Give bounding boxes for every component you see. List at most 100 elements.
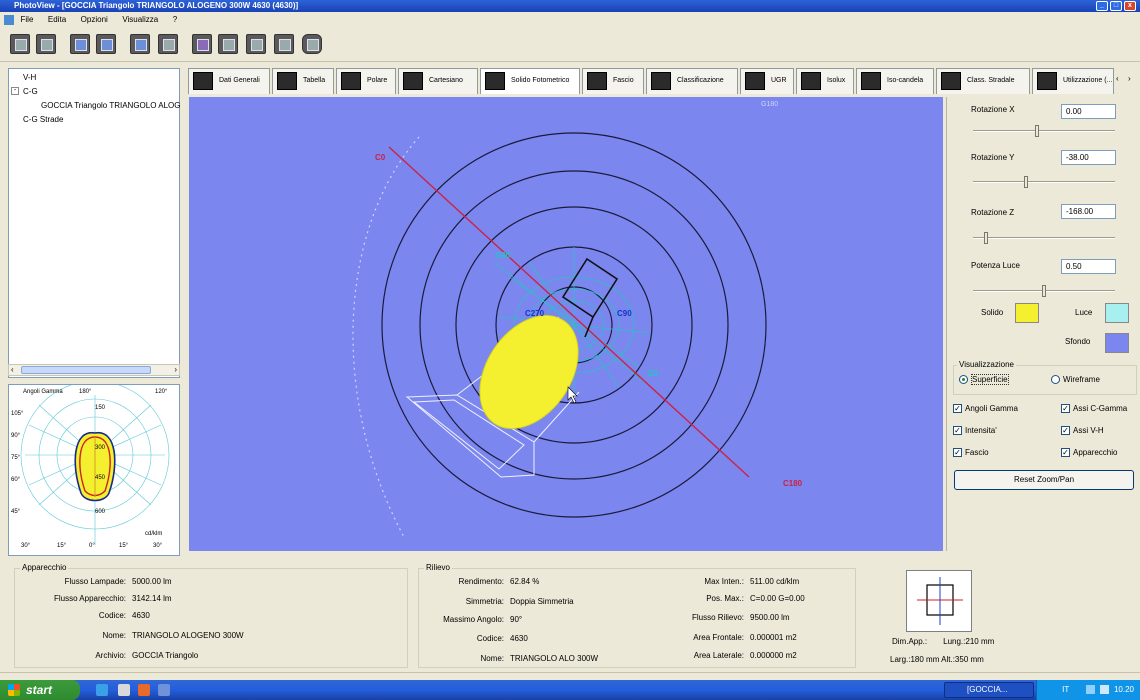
photometric-solid-svg[interactable] xyxy=(189,97,943,551)
rot-z-thumb[interactable] xyxy=(984,232,988,244)
tray-volume-icon[interactable] xyxy=(1099,685,1109,695)
photometric-solid-view[interactable]: C0 C180 C90 C270 G90 G0 G180 xyxy=(189,97,943,551)
tab-iso-candela[interactable]: Iso-candela xyxy=(856,68,934,94)
checkbox-checked-icon: ✓ xyxy=(1061,426,1070,436)
system-tray: IT 10.20 xyxy=(1036,680,1140,700)
tab-fascio[interactable]: Fascio xyxy=(582,68,644,94)
scroll-left-icon[interactable]: ‹ xyxy=(11,366,14,374)
luce-color-swatch[interactable] xyxy=(1105,303,1129,323)
superficie-radio[interactable]: Superficie xyxy=(959,374,1009,385)
tab-classificazione[interactable]: Classificazione xyxy=(646,68,738,94)
road-icon xyxy=(941,72,961,90)
reset-zoom-pan-button[interactable]: Reset Zoom/Pan xyxy=(954,470,1134,490)
mini-btick-30b: 30° xyxy=(153,543,163,549)
menu-opzioni[interactable]: Opzioni xyxy=(81,15,108,24)
quicklaunch-media-icon[interactable] xyxy=(138,684,150,696)
tab-polare[interactable]: Polare xyxy=(336,68,396,94)
luminaire-dimension-preview xyxy=(906,570,972,632)
checkbox-checked-icon: ✓ xyxy=(953,404,962,414)
save-icon[interactable] xyxy=(36,34,56,54)
tab-scroll-left-icon[interactable]: ‹ xyxy=(1116,74,1119,83)
check-angoli-gamma[interactable]: ✓ Angoli Gamma xyxy=(953,404,1018,414)
close-button[interactable]: x xyxy=(1124,1,1136,11)
tray-network-icon[interactable] xyxy=(1085,685,1095,695)
check-fascio[interactable]: ✓ Fascio xyxy=(953,448,989,458)
tab-isolux[interactable]: Isolux xyxy=(796,68,854,94)
copy-icon[interactable] xyxy=(96,34,116,54)
scroll-thumb[interactable] xyxy=(21,366,151,374)
document-icon[interactable] xyxy=(192,34,212,54)
tab-utilizzazione[interactable]: Utilizzazione (... xyxy=(1032,68,1114,94)
rot-y-slider[interactable] xyxy=(973,176,1115,188)
tab-class-stradale[interactable]: Class. Stradale xyxy=(936,68,1030,94)
quicklaunch-printer-icon[interactable] xyxy=(118,684,130,696)
tab-solido-fotometrico[interactable]: Solido Fotometrico xyxy=(480,68,580,94)
solido-color-swatch[interactable] xyxy=(1015,303,1039,323)
tab-cartesiano[interactable]: Cartesiano xyxy=(398,68,478,94)
power-input[interactable]: 0.50 xyxy=(1061,259,1116,274)
rot-x-input[interactable]: 0.00 xyxy=(1061,104,1116,119)
quicklaunch-ie-icon[interactable] xyxy=(96,684,108,696)
tree-item-goccia[interactable]: GOCCIA Triangolo TRIANGOLO ALOGENO 300W xyxy=(41,101,181,110)
apparecchio-row: Codice: 4630 xyxy=(98,611,150,620)
minimize-button[interactable]: _ xyxy=(1096,1,1108,11)
settings-icon[interactable] xyxy=(302,34,322,54)
rilievo-right-row: Flusso Rilievo: 9500.00 lm xyxy=(691,613,790,622)
tree-horizontal-scrollbar[interactable]: ‹ › xyxy=(8,364,180,376)
tree-item-vh[interactable]: V-H xyxy=(23,73,36,82)
table-icon xyxy=(277,72,297,90)
luminaire-tree: V-H - C-G GOCCIA Triangolo TRIANGOLO ALO… xyxy=(8,68,181,378)
cut-icon[interactable] xyxy=(130,34,150,54)
tree-item-cg[interactable]: C-G xyxy=(23,87,38,96)
check-assi-vh[interactable]: ✓ Assi V-H xyxy=(1061,426,1104,436)
power-slider[interactable] xyxy=(973,285,1115,297)
open-icon[interactable] xyxy=(10,34,30,54)
menu-file[interactable]: File xyxy=(21,15,34,24)
rilievo-left-row: Nome: TRIANGOLO ALO 300W xyxy=(480,654,599,663)
info-icon xyxy=(193,72,213,90)
mini-tick-90: 90° xyxy=(11,433,21,439)
menu-edita[interactable]: Edita xyxy=(48,15,66,24)
mini-btick-0: 0° xyxy=(89,543,95,549)
tree-expand-icon[interactable]: - xyxy=(11,87,19,95)
rot-y-input[interactable]: -38.00 xyxy=(1061,150,1116,165)
export-icon[interactable] xyxy=(218,34,238,54)
paste-icon[interactable] xyxy=(158,34,178,54)
window-title-bar: PhotoView - [GOCCIA Triangolo TRIANGOLO … xyxy=(0,0,1140,12)
isolux-icon xyxy=(801,72,821,90)
check-intensita[interactable]: ✓ Intensita' xyxy=(953,426,997,436)
taskbar-app-button[interactable]: [GOCCIA... xyxy=(944,682,1034,698)
tab-tabella[interactable]: Tabella xyxy=(272,68,334,94)
wireframe-radio[interactable]: Wireframe xyxy=(1051,375,1100,385)
scroll-right-icon[interactable]: › xyxy=(174,366,177,374)
power-thumb[interactable] xyxy=(1042,285,1046,297)
maximize-button[interactable]: □ xyxy=(1110,1,1122,11)
menu-visualizza[interactable]: Visualizza xyxy=(122,15,158,24)
start-button[interactable]: start xyxy=(0,680,80,700)
check-assi-c-gamma[interactable]: ✓ Assi C-Gamma xyxy=(1061,404,1127,414)
radio-unchecked-icon xyxy=(1051,375,1060,385)
rot-x-slider[interactable] xyxy=(973,125,1115,137)
rot-z-input[interactable]: -168.00 xyxy=(1061,204,1116,219)
rot-z-slider[interactable] xyxy=(973,232,1115,244)
sfondo-color-swatch[interactable] xyxy=(1105,333,1129,353)
zoom-icon[interactable] xyxy=(274,34,294,54)
import-icon[interactable] xyxy=(246,34,266,54)
visualization-legend: Visualizzazione xyxy=(957,360,1016,369)
quicklaunch-desktop-icon[interactable] xyxy=(158,684,170,696)
menu-help[interactable]: ? xyxy=(173,15,177,24)
rot-y-thumb[interactable] xyxy=(1024,176,1028,188)
tab-dati-generali[interactable]: Dati Generali xyxy=(188,68,270,94)
tray-language[interactable]: IT xyxy=(1062,685,1069,694)
tab-ugr[interactable]: UGR xyxy=(740,68,794,94)
tab-scroll-right-icon[interactable]: › xyxy=(1128,74,1131,83)
rot-x-thumb[interactable] xyxy=(1035,125,1039,137)
tree-item-cg-strade[interactable]: C-G Strade xyxy=(23,115,63,124)
check-apparecchio[interactable]: ✓ Apparecchio xyxy=(1061,448,1117,458)
rilievo-left-row: Simmetria: Doppia Simmetria xyxy=(465,597,574,606)
rot-z-label: Rotazione Z xyxy=(971,208,1015,217)
menu-bar: File Edita Opzioni Visualizza ? xyxy=(0,12,1140,26)
print-icon[interactable] xyxy=(70,34,90,54)
solido-label: Solido xyxy=(981,308,1004,317)
beam-icon xyxy=(587,72,607,90)
